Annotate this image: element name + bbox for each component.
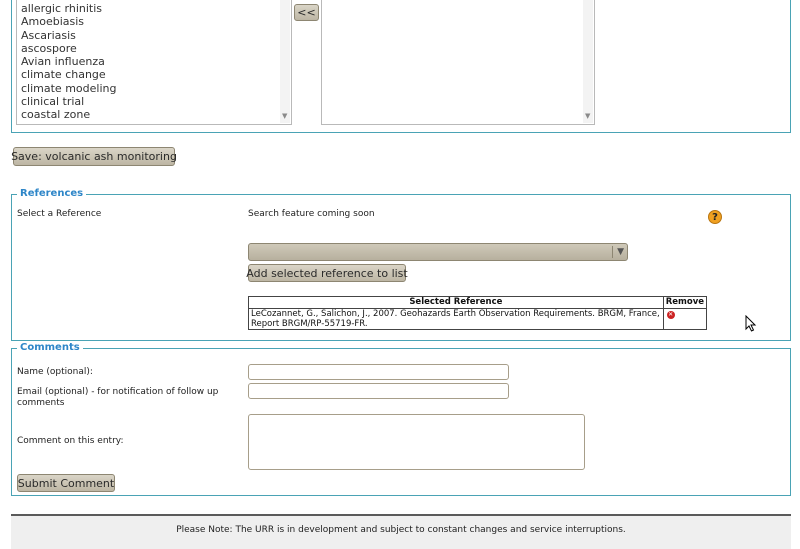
keyword-items: allergic rhinitis Amoebiasis Ascariasis asc… <box>17 0 291 122</box>
list-item[interactable]: climate modeling <box>17 82 291 95</box>
header-remove: Remove <box>662 296 708 309</box>
table-header-row: Selected Reference Remove <box>248 296 708 309</box>
references-legend: References <box>17 188 87 200</box>
move-left-button[interactable]: << <box>294 4 319 21</box>
selected-keywords-list[interactable]: ▼ <box>321 0 595 125</box>
selected-references-table: Selected Reference Remove LeCozannet, G.… <box>248 296 708 330</box>
scroll-down-icon[interactable]: ▼ <box>585 113 590 120</box>
select-divider <box>612 246 613 258</box>
reference-cell: LeCozannet, G., Salichon, J., 2007. Geoh… <box>248 308 664 330</box>
search-note: Search feature coming soon <box>248 209 375 219</box>
mouse-cursor-icon <box>745 315 757 332</box>
header-selected-reference: Selected Reference <box>248 296 664 309</box>
keywords-scrollbar[interactable]: ▼ <box>280 0 290 123</box>
chevron-down-icon: ▼ <box>617 247 624 257</box>
submit-comment-button[interactable]: Submit Comment <box>17 474 115 492</box>
help-icon[interactable]: ? <box>708 210 722 224</box>
list-item[interactable]: coastal zone <box>17 108 291 121</box>
save-button[interactable]: Save: volcanic ash monitoring <box>11 147 177 166</box>
comments-legend: Comments <box>17 342 83 354</box>
select-reference-label: Select a Reference <box>17 209 102 219</box>
comment-label: Comment on this entry: <box>17 436 124 446</box>
list-item[interactable]: Avian influenza <box>17 55 291 68</box>
selected-scrollbar[interactable]: ▼ <box>583 0 593 123</box>
footer-bar: Please Note: The URR is in development a… <box>11 514 791 549</box>
email-input[interactable] <box>248 383 509 399</box>
list-item[interactable]: Amoebiasis <box>17 15 291 28</box>
scroll-down-icon[interactable]: ▼ <box>282 113 287 120</box>
remove-cell: ✕ <box>662 308 708 330</box>
list-item[interactable]: clinical trial <box>17 95 291 108</box>
help-icon-glyph: ? <box>712 211 718 223</box>
list-item[interactable]: ascospore <box>17 42 291 55</box>
remove-icon[interactable]: ✕ <box>666 311 675 319</box>
table-row: LeCozannet, G., Salichon, J., 2007. Geoh… <box>248 308 708 330</box>
footer-notice: Please Note: The URR is in development a… <box>176 525 626 535</box>
email-label: Email (optional) - for notification of f… <box>17 387 219 408</box>
name-input[interactable] <box>248 364 509 380</box>
list-item[interactable]: climate change <box>17 68 291 81</box>
comment-textarea[interactable] <box>248 414 585 470</box>
reference-select[interactable]: ▼ <box>248 243 628 261</box>
name-label: Name (optional): <box>17 367 93 377</box>
list-item[interactable]: Ascariasis <box>17 29 291 42</box>
available-keywords-list[interactable]: allergic rhinitis Amoebiasis Ascariasis asc… <box>16 0 292 125</box>
list-item[interactable]: allergic rhinitis <box>17 2 291 15</box>
add-reference-button[interactable]: Add selected reference to list <box>246 264 408 282</box>
